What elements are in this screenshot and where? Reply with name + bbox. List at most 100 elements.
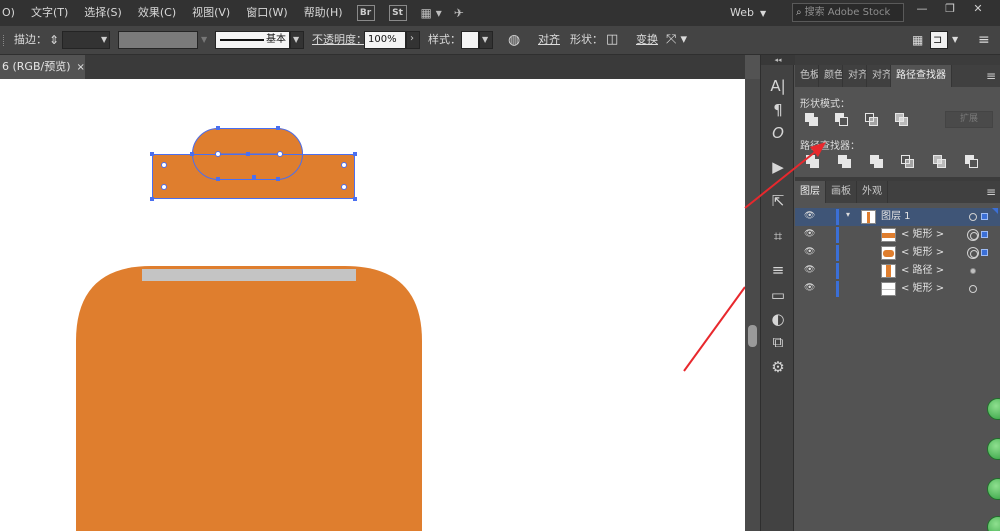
layer-row[interactable]: 👁 < 矩形 > [795,226,1000,244]
symbols-panel-icon[interactable]: ⧉ [767,331,789,353]
menu-view[interactable]: 视图(V) [184,0,238,26]
recolor-artwork-icon[interactable]: ◍ [508,26,520,54]
menu-select[interactable]: 选择(S) [76,0,130,26]
stock-button[interactable]: St [388,5,407,21]
object-name[interactable]: < 矩形 > [901,244,944,262]
shape-options-icon[interactable]: ◫ [606,26,618,54]
graphic-style-swatch[interactable] [461,31,479,49]
transform-each-icon[interactable]: ⤧ ▾ [666,26,687,54]
workspace-switcher[interactable]: Web ▼ [730,0,766,26]
annotation-arrow [744,142,826,209]
layer-thumbnail [861,210,876,224]
tab-align[interactable]: 对齐 [843,65,867,87]
paragraph-panel-icon[interactable]: ¶ [767,99,789,121]
tab-align-2[interactable]: 对齐 [867,65,891,87]
shape-label[interactable]: 形状： [570,26,603,54]
selection-indicator[interactable] [981,249,988,256]
minus-back-button[interactable] [965,155,979,169]
panel-menu-icon[interactable]: ≡ [986,181,996,203]
minus-front-button[interactable] [835,113,849,127]
close-icon[interactable]: × [77,62,85,73]
panel-menu-icon[interactable]: ≡ [978,26,990,54]
panel-menu-icon[interactable]: ≡ [986,65,996,87]
brush-definition-field[interactable]: 基本 [215,31,290,49]
opacity-label[interactable]: 不透明度： [312,26,367,54]
menu-object[interactable]: O) [0,0,23,26]
stock-search-input[interactable]: ⌕ 搜索 Adobe Stock [792,3,904,22]
chevron-down-icon[interactable]: ▼ [201,26,207,54]
target-circle-icon[interactable] [970,268,976,274]
object-name[interactable]: < 矩形 > [901,226,944,244]
restore-button[interactable]: ❐ [936,0,964,20]
chevron-down-icon[interactable]: ▾ [846,210,850,219]
layer-row[interactable]: 👁 < 矩形 > [795,244,1000,262]
document-tab-label: 6 (RGB/预览) [2,60,71,73]
variable-width-profile[interactable] [118,31,198,49]
bar-grip [3,35,6,46]
align-to-selection-button[interactable]: ⊐ [930,31,948,49]
arrange-grid-icon[interactable]: ▦ [912,26,923,54]
transform-button[interactable]: 变换 [636,26,658,54]
layer-row[interactable]: 👁 < 路径 > [795,262,1000,280]
minimize-button[interactable]: — [908,0,936,20]
eye-icon[interactable]: 👁 [804,229,815,240]
object-thumbnail [881,282,896,296]
merge-button[interactable] [870,155,884,169]
target-circle-icon[interactable] [967,247,979,259]
tab-color[interactable]: 颜色 [819,65,843,87]
document-tab[interactable]: 6 (RGB/预览) × [0,55,85,79]
tab-swatches[interactable]: 色板 [795,65,819,87]
outline-button[interactable] [933,155,947,169]
eye-icon[interactable]: 👁 [804,283,815,294]
settings-gear-icon[interactable]: ⚙ [767,356,789,378]
target-circle-icon[interactable] [969,285,977,293]
object-name[interactable]: < 矩形 > [901,280,944,298]
current-layer-marker [992,208,998,214]
exclude-button[interactable] [895,113,909,127]
menu-help[interactable]: 帮助(H) [296,0,351,26]
selection-indicator[interactable] [981,231,988,238]
layer-row[interactable]: 👁 < 矩形 > [795,280,1000,298]
scrollbar-thumb[interactable] [748,325,757,347]
style-dropdown[interactable]: ▼ [479,31,493,49]
expand-button[interactable]: 扩展 [945,111,993,128]
stroke-stepper-icon[interactable]: ⇕ [49,26,59,54]
intersect-button[interactable] [865,113,879,127]
bridge-button[interactable]: Br [356,5,375,21]
character-panel-icon[interactable]: A| [767,75,789,97]
pathfinder-tabs: 色板 颜色 对齐 对齐 路径查找器 ≡ [795,65,1000,87]
gradient-panel-icon[interactable]: ▭ [767,284,789,306]
menu-effect[interactable]: 效果(C) [130,0,184,26]
trim-button[interactable] [838,155,852,169]
unite-button[interactable] [805,113,819,127]
transparency-panel-icon[interactable]: ◐ [767,308,789,330]
object-name[interactable]: < 路径 > [901,262,944,280]
chevron-down-icon[interactable]: ▼ [101,26,107,54]
layer-color-bar [836,209,839,225]
align-button[interactable]: 对齐 [538,26,560,54]
opacity-dropdown[interactable]: › [406,31,420,49]
menu-window[interactable]: 窗口(W) [238,0,295,26]
tab-appearance[interactable]: 外观 [857,181,888,203]
arrange-documents-icon[interactable]: ▦ ▾ [421,6,442,20]
brush-dropdown[interactable]: ▼ [290,31,304,49]
collapse-strip-button[interactable]: ◂◂ [761,55,795,65]
gpu-performance-icon[interactable]: ✈ [454,6,464,20]
close-button[interactable]: ✕ [964,0,992,20]
chevron-down-icon[interactable]: ▼ [952,26,958,54]
layer-color-bar [836,263,839,279]
artboard-canvas[interactable] [0,79,745,531]
artboard-icon[interactable]: ⌗ [767,225,789,247]
tab-pathfinder[interactable]: 路径查找器 [891,65,952,87]
eye-icon[interactable]: 👁 [804,247,815,258]
selection-indicator[interactable] [981,213,988,220]
menu-type[interactable]: 文字(T) [23,0,76,26]
stroke-panel-icon[interactable]: ≡ [767,259,789,281]
eye-icon[interactable]: 👁 [804,265,815,276]
target-circle-icon[interactable] [967,229,979,241]
layer-name[interactable]: 图层 1 [881,208,911,226]
annotation-arrow-line [683,286,745,372]
crop-button[interactable] [901,155,915,169]
opacity-field[interactable]: 100% [364,31,406,49]
target-circle-icon[interactable] [969,213,977,221]
